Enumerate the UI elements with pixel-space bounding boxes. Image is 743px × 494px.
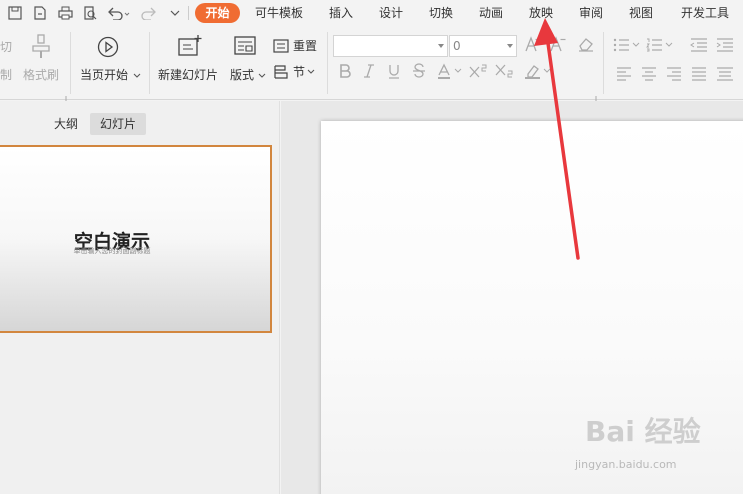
subscript-icon[interactable] [494, 63, 514, 83]
ribbon-divider [603, 32, 604, 94]
increase-font-size-icon[interactable] [524, 35, 542, 57]
new-slide-button[interactable]: 新建幻灯片 [158, 66, 218, 83]
tab-insert[interactable]: 插入 [329, 4, 353, 22]
chevron-down-icon [507, 44, 513, 48]
numbered-list-icon[interactable] [646, 37, 674, 56]
save-icon[interactable] [6, 3, 24, 23]
layout-label: 版式 [230, 68, 255, 82]
tab-slideshow[interactable]: 放映 [529, 4, 553, 22]
bold-icon[interactable] [338, 63, 352, 83]
format-painter-icon [30, 34, 52, 64]
tab-design[interactable]: 设计 [379, 4, 403, 22]
font-color-icon[interactable] [437, 63, 463, 83]
font-family-select[interactable] [333, 35, 448, 57]
ribbon-divider [70, 32, 71, 94]
thumbnail-subtitle: 单击输入您的封面副标题 [73, 247, 151, 255]
menu-divider [188, 6, 189, 20]
layout-button[interactable]: 版式 [230, 66, 266, 83]
undo-icon[interactable] [106, 3, 132, 23]
tab-templates[interactable]: 可牛模板 [255, 4, 303, 22]
top-menu-bar: 开始 可牛模板 插入 设计 切换 动画 放映 审阅 视图 开发工具 [0, 0, 743, 26]
tab-developer-tools[interactable]: 开发工具 [681, 4, 729, 22]
clear-format-icon[interactable] [577, 36, 595, 56]
watermark-logo: Bai 经验 [585, 415, 701, 448]
play-from-current-button[interactable]: 当页开始 [80, 66, 141, 83]
reset-icon [273, 38, 289, 53]
ribbon-toolbar: 切 制 格式刷 当页开始 新建幻灯片 版式 重置 节 0 [0, 26, 743, 103]
font-size-value: 0 [453, 39, 461, 53]
slides-panel: 大纲 幻灯片 空白演示 单击输入您的封面副标题 [0, 101, 280, 494]
copy-button[interactable]: 制 [0, 66, 12, 83]
align-left-icon[interactable] [616, 66, 632, 85]
underline-icon[interactable] [387, 63, 401, 83]
cut-button[interactable]: 切 [0, 38, 12, 55]
print-preview-icon[interactable] [81, 3, 99, 23]
print-icon[interactable] [56, 3, 74, 23]
format-painter-button[interactable]: 格式刷 [23, 66, 59, 83]
tab-animations[interactable]: 动画 [479, 4, 503, 22]
slide-thumbnail[interactable]: 空白演示 单击输入您的封面副标题 [0, 145, 272, 333]
play-from-current-icon [97, 36, 119, 62]
tab-transitions[interactable]: 切换 [429, 4, 453, 22]
customize-chevron-down-icon[interactable] [168, 3, 182, 23]
reset-button[interactable]: 重置 [273, 37, 317, 54]
highlight-icon[interactable] [524, 63, 552, 83]
new-slide-icon [177, 34, 203, 62]
align-center-icon[interactable] [641, 66, 657, 85]
distribute-icon[interactable] [716, 66, 734, 85]
section-label: 节 [293, 65, 306, 79]
layout-icon [234, 36, 256, 60]
tab-review[interactable]: 审阅 [579, 4, 603, 22]
chevron-down-icon [438, 44, 444, 48]
superscript-icon[interactable] [468, 63, 488, 83]
bullet-list-icon[interactable] [613, 37, 641, 56]
justify-icon[interactable] [691, 66, 707, 85]
ribbon-divider [327, 32, 328, 94]
font-size-select[interactable]: 0 [449, 35, 517, 57]
export-pdf-icon[interactable] [31, 3, 49, 23]
increase-indent-icon[interactable] [716, 37, 734, 56]
baidu-watermark: Bai 经验 jingyan.baidu.com [565, 410, 735, 490]
watermark-url: jingyan.baidu.com [575, 458, 677, 471]
tab-outline[interactable]: 大纲 [46, 113, 86, 135]
tab-slides[interactable]: 幻灯片 [90, 113, 146, 135]
tab-view[interactable]: 视图 [629, 4, 653, 22]
redo-icon[interactable] [140, 3, 166, 23]
section-button[interactable]: 节 [273, 63, 315, 80]
align-right-icon[interactable] [666, 66, 682, 85]
reset-label: 重置 [293, 39, 318, 53]
tab-home[interactable]: 开始 [195, 3, 240, 23]
strikethrough-icon[interactable] [412, 63, 426, 83]
play-from-current-label: 当页开始 [80, 68, 129, 82]
section-icon [274, 64, 288, 79]
ribbon-divider [149, 32, 150, 94]
decrease-indent-icon[interactable] [690, 37, 708, 56]
decrease-font-size-icon[interactable] [549, 35, 567, 57]
italic-icon[interactable] [363, 63, 375, 83]
